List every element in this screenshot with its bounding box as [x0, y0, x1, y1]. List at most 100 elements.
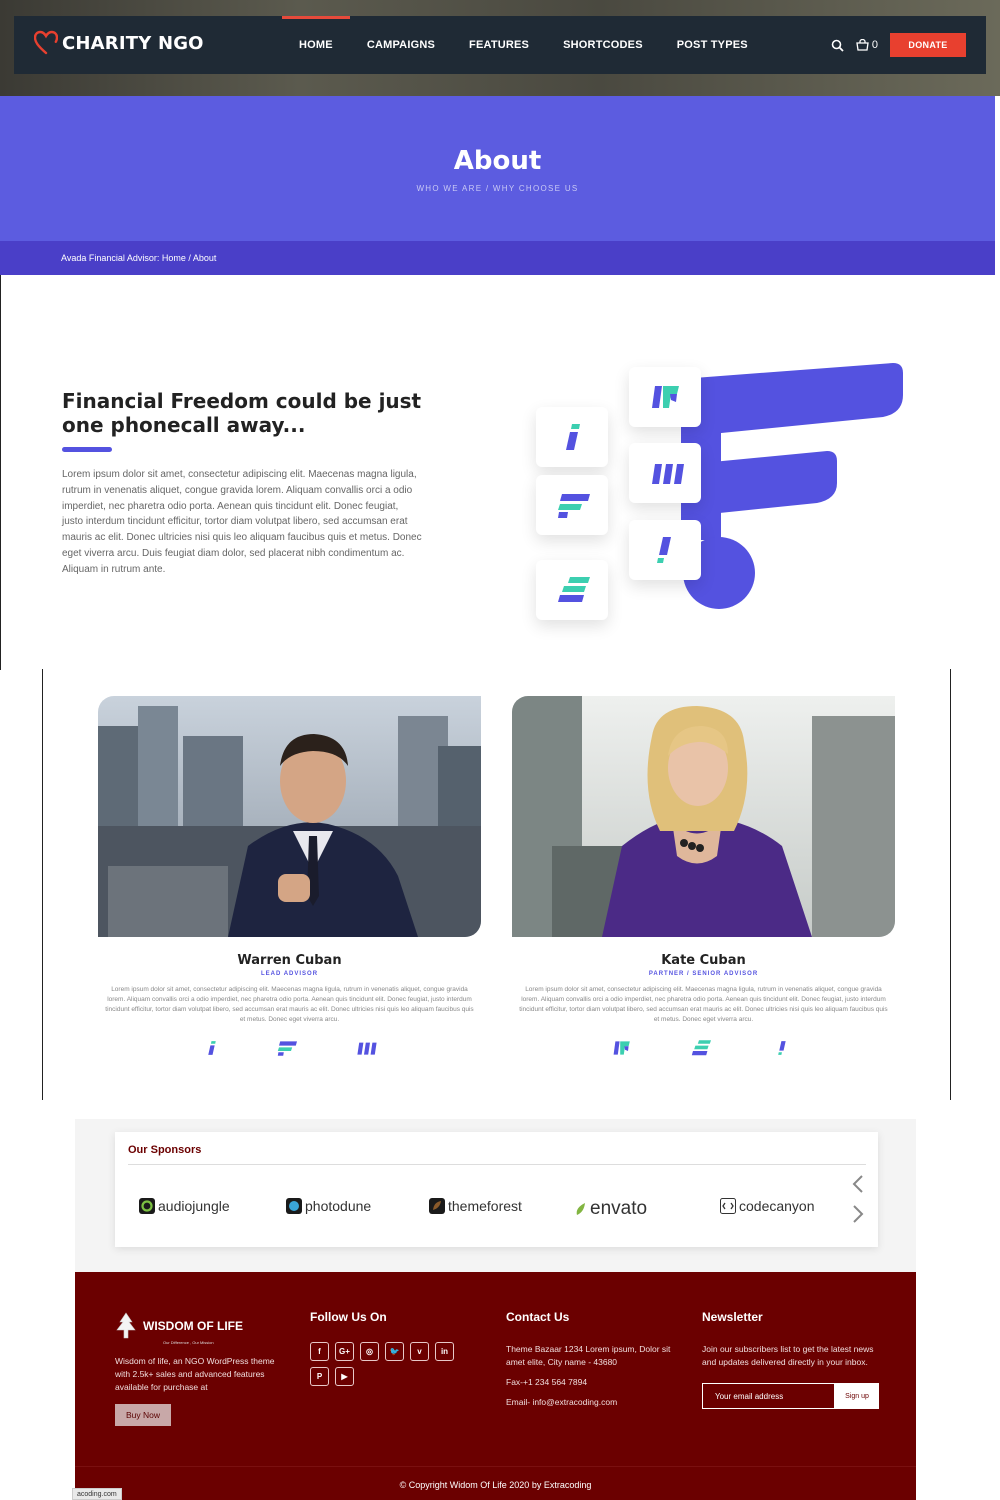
site-logo[interactable]: CHARITY NGO	[34, 30, 204, 56]
member-logo-row	[98, 1039, 481, 1063]
divider	[128, 1164, 866, 1165]
member-logo-row	[512, 1039, 895, 1063]
footer-about: WISDOM OF LIFE Our Difference , Our Miss…	[115, 1312, 285, 1426]
facebook-icon[interactable]: f	[310, 1342, 329, 1361]
about-body: Lorem ipsum dolor sit amet, consectetur …	[62, 469, 422, 575]
m-logo-icon	[652, 464, 684, 484]
vimeo-icon[interactable]: v	[410, 1342, 429, 1361]
sponsor-label: themeforest	[448, 1198, 522, 1214]
page-title: About	[453, 146, 542, 176]
footer-brand-tagline: Our Difference , Our Mission	[163, 1340, 214, 1345]
exclamation-logo-icon	[657, 537, 671, 563]
exclamation-logo-icon	[775, 1039, 791, 1062]
i-logo-icon	[204, 1039, 220, 1062]
google-plus-icon[interactable]: G+	[335, 1342, 354, 1361]
heart-icon	[34, 30, 58, 55]
menu-item-post-types[interactable]: POST TYPES	[660, 16, 765, 74]
about-section: Financial Freedom could be just one phon…	[0, 275, 1000, 670]
sponsor-label: photodune	[305, 1198, 372, 1214]
copyright-bar: © Copyright Widom Of Life 2020 by Extrac…	[75, 1466, 916, 1500]
menu-item-shortcodes[interactable]: SHORTCODES	[546, 16, 660, 74]
tile-k-icon	[629, 367, 701, 427]
breadcrumb[interactable]: Avada Financial Advisor: Home / About	[0, 241, 995, 275]
tree-logo-icon	[116, 1312, 136, 1339]
member-role: LEAD ADVISOR	[260, 971, 319, 977]
sponsor-codecanyon[interactable]: codecanyon	[720, 1198, 815, 1214]
tile-f-icon	[536, 475, 608, 535]
f-small-logo-icon	[274, 1039, 302, 1062]
newsletter-title: Newsletter	[702, 1310, 763, 1324]
sponsor-themeforest[interactable]: themeforest	[429, 1198, 522, 1214]
carousel-prev-icon[interactable]	[852, 1174, 864, 1200]
sponsors-section: Our Sponsors audiojungle photodune theme…	[75, 1119, 916, 1274]
main-navbar: CHARITY NGO HOME CAMPAIGNS FEATURES SHOR…	[14, 16, 986, 74]
member-name: Warren Cuban	[237, 953, 342, 968]
site-footer: WISDOM OF LIFE Our Difference , Our Miss…	[75, 1272, 916, 1466]
member-bio: Lorem ipsum dolor sit amet, consectetur …	[105, 986, 474, 1023]
nav-actions: 0 DONATE	[831, 16, 966, 74]
cart-button[interactable]: 0	[856, 39, 878, 51]
stack-logo-icon	[688, 1039, 716, 1062]
menu-item-home[interactable]: HOME	[282, 16, 350, 74]
member-photo	[512, 696, 895, 937]
sponsor-label: audiojungle	[158, 1198, 230, 1214]
page: CHARITY NGO HOME CAMPAIGNS FEATURES SHOR…	[0, 0, 1000, 1500]
social-links: f G+ ◎ 🐦 v in P ▶	[310, 1342, 460, 1386]
team-card: Warren Cuban LEAD ADVISOR Lorem ipsum do…	[98, 696, 481, 1063]
sponsor-envato[interactable]: envato	[575, 1198, 647, 1220]
contact-email[interactable]: Email- info@extracoding.com	[506, 1396, 678, 1409]
menu-item-features[interactable]: FEATURES	[452, 16, 546, 74]
footer-brand[interactable]: WISDOM OF LIFE	[115, 1312, 285, 1340]
carousel-next-icon[interactable]	[852, 1204, 864, 1230]
newsletter-email-input[interactable]	[702, 1383, 835, 1409]
team-card: Kate Cuban PARTNER / SENIOR ADVISOR Lore…	[512, 696, 895, 1063]
twitter-icon[interactable]: 🐦	[385, 1342, 404, 1361]
audiojungle-icon	[139, 1198, 155, 1214]
tile-stack-icon	[536, 560, 608, 620]
member-role: PARTNER / SENIOR ADVISOR	[648, 971, 759, 977]
buy-now-button[interactable]: Buy Now	[115, 1404, 172, 1426]
envato-leaf-icon	[576, 1203, 585, 1215]
logo-text: CHARITY NGO	[62, 32, 204, 54]
main-menu: HOME CAMPAIGNS FEATURES SHORTCODES POST …	[282, 16, 765, 74]
sponsor-label: codecanyon	[739, 1198, 815, 1214]
sponsors-carousel: Our Sponsors audiojungle photodune theme…	[115, 1132, 878, 1247]
contact-address: Theme Bazaar 1234 Lorem ipsum, Dolor sit…	[506, 1344, 671, 1367]
member-bio: Lorem ipsum dolor sit amet, consectetur …	[519, 986, 888, 1023]
k-logo-icon	[652, 386, 679, 408]
sponsor-label: envato	[590, 1198, 648, 1219]
heading-underline	[62, 447, 112, 452]
footer-contact: Contact Us Theme Bazaar 1234 Lorem ipsum…	[506, 1310, 678, 1409]
footer-newsletter: Newsletter Join our subscribers list to …	[702, 1310, 887, 1409]
footer-social: Follow Us On f G+ ◎ 🐦 v in P ▶	[310, 1310, 480, 1386]
youtube-icon[interactable]: ▶	[335, 1367, 354, 1386]
page-subtitle: WHO WE ARE / WHY CHOOSE US	[416, 184, 579, 193]
sponsor-photodune[interactable]: photodune	[286, 1198, 371, 1214]
cart-count: 0	[871, 39, 878, 51]
signup-button[interactable]: Sign up	[835, 1383, 879, 1409]
status-bar-url: acoding.com	[72, 1488, 122, 1500]
m-logo-icon	[350, 1039, 384, 1062]
newsletter-text: Join our subscribers list to get the lat…	[702, 1344, 874, 1367]
follow-title: Follow Us On	[310, 1310, 387, 1324]
i-logo-icon	[566, 424, 580, 450]
photodune-icon	[286, 1198, 302, 1214]
sponsor-audiojungle[interactable]: audiojungle	[139, 1198, 230, 1214]
donate-button[interactable]: DONATE	[890, 33, 966, 57]
warren-cuban-photo	[98, 696, 481, 937]
menu-item-campaigns[interactable]: CAMPAIGNS	[350, 16, 452, 74]
k-logo-icon	[608, 1039, 636, 1062]
tile-i-icon	[536, 407, 608, 467]
member-name: Kate Cuban	[661, 953, 746, 968]
f-small-logo-icon	[558, 494, 590, 518]
footer-about-text: Wisdom of life, an NGO WordPress theme w…	[115, 1356, 275, 1392]
about-heading: Financial Freedom could be just one phon…	[62, 389, 422, 437]
sponsors-title: Our Sponsors	[128, 1144, 202, 1156]
tile-m-icon	[629, 443, 701, 503]
brand-illustration	[521, 355, 921, 645]
pinterest-icon[interactable]: P	[310, 1367, 329, 1386]
linkedin-icon[interactable]: in	[435, 1342, 454, 1361]
stack-logo-icon	[558, 577, 590, 602]
instagram-icon[interactable]: ◎	[360, 1342, 379, 1361]
search-icon[interactable]	[831, 39, 844, 52]
